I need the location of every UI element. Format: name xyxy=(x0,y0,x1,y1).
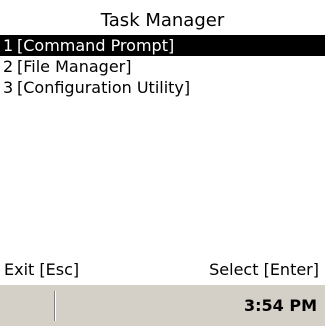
select-softkey[interactable]: Select [Enter] xyxy=(209,258,319,282)
taskbar-clock: 3:54 PM xyxy=(243,296,317,315)
task-item-command-prompt[interactable]: 1 [Command Prompt] xyxy=(0,35,325,56)
task-list: 1 [Command Prompt] 2 [File Manager] 3 [Conf… xyxy=(0,35,325,98)
softkey-bar: Exit [Esc] Select [Enter] xyxy=(0,258,325,282)
task-item-label: [Configuration Utility] xyxy=(17,78,191,97)
taskbar: 3:54 PM xyxy=(0,285,325,326)
task-item-number: 2 xyxy=(3,57,14,76)
task-item-number: 1 xyxy=(3,36,14,55)
exit-softkey[interactable]: Exit [Esc] xyxy=(4,258,79,282)
task-manager-screen: Task Manager 1 [Command Prompt] 2 [File Ma… xyxy=(0,0,325,326)
task-item-label: [Command Prompt] xyxy=(17,36,175,55)
taskbar-separator xyxy=(54,291,56,321)
task-item-file-manager[interactable]: 2 [File Manager] xyxy=(0,56,325,77)
task-item-configuration-utility[interactable]: 3 [Configuration Utility] xyxy=(0,77,325,98)
page-title: Task Manager xyxy=(100,10,225,31)
task-item-number: 3 xyxy=(3,78,14,97)
task-item-label: [File Manager] xyxy=(17,57,132,76)
